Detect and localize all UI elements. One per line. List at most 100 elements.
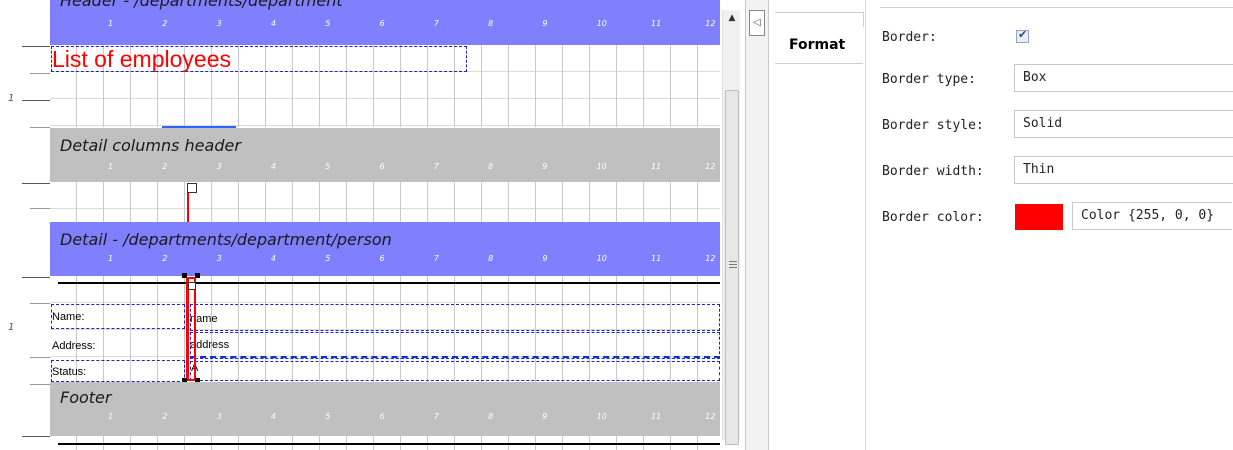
ruler-number: 5 <box>325 254 331 263</box>
tab-placeholder[interactable] <box>775 12 864 27</box>
vertical-ruler: 1 1 <box>0 0 50 450</box>
ruler-number: 9 <box>542 162 548 171</box>
ruler-number: 7 <box>433 412 439 421</box>
ruler-number: 12 <box>705 412 716 421</box>
vruler-mark: 1 <box>8 93 15 104</box>
ruler-number: 6 <box>379 162 385 171</box>
border-color-swatch[interactable] <box>1015 204 1063 230</box>
ruler-number: 6 <box>379 412 385 421</box>
ruler-number: 1 <box>108 254 114 263</box>
ruler-number: 7 <box>433 254 439 263</box>
column-handle[interactable] <box>187 183 197 193</box>
ruler-number: 3 <box>216 19 222 28</box>
ruler-number: 10 <box>596 412 607 421</box>
border-color-value[interactable]: Color {255, 0, 0} <box>1072 202 1232 230</box>
ruler-number: 1 <box>108 19 114 28</box>
ruler-number: 3 <box>216 162 222 171</box>
ruler-number: 1 <box>108 412 114 421</box>
detail-columns-band[interactable]: Detail columns header 1 2 3 4 5 6 7 8 9 10 11 12 <box>50 128 720 182</box>
panel-splitter[interactable]: ◁ <box>745 0 769 450</box>
ruler-number: 11 <box>651 162 662 171</box>
ruler-number: 12 <box>705 19 716 28</box>
border-width-label: Border width: <box>882 164 984 179</box>
selected-element[interactable] <box>186 277 196 381</box>
vruler-mark: 1 <box>8 322 15 333</box>
designer-scrollbar[interactable]: ▲ <box>722 10 740 445</box>
ruler-number: 9 <box>542 412 548 421</box>
border-type-label: Border type: <box>882 72 976 87</box>
ruler-number: 5 <box>325 162 331 171</box>
detail-ruler: 1 2 3 4 5 6 7 8 9 10 11 12 <box>50 254 720 266</box>
scroll-up-arrow-icon[interactable]: ▲ <box>723 10 740 26</box>
ruler-number: 7 <box>433 19 439 28</box>
column-handle[interactable] <box>188 282 196 290</box>
border-checkbox[interactable]: ✔ <box>1016 28 1029 43</box>
report-title[interactable]: List of employees <box>52 45 231 73</box>
status-field-box[interactable] <box>190 361 720 381</box>
detail-band-title: Detail - /departments/department/person <box>60 230 392 249</box>
panel-divider <box>880 7 1233 8</box>
detail-columns-band-title: Detail columns header <box>60 136 241 155</box>
border-style-label: Border style: <box>882 118 984 133</box>
address-field-underline <box>190 356 720 359</box>
ruler-number: 6 <box>379 254 385 263</box>
ruler-number: 5 <box>325 19 331 28</box>
footer-line <box>58 443 720 445</box>
detail-band[interactable]: Detail - /departments/department/person … <box>50 222 720 276</box>
detail-columns-grid <box>50 182 720 222</box>
footer-band[interactable]: Footer 1 2 3 4 5 6 7 8 9 10 11 12 <box>50 382 720 436</box>
name-field-box[interactable] <box>190 304 720 331</box>
grip-icon <box>729 261 737 269</box>
address-label[interactable]: Address: <box>52 340 95 353</box>
ruler-number: 4 <box>270 412 276 421</box>
checkmark-icon: ✔ <box>1018 28 1028 41</box>
scroll-thumb[interactable] <box>725 90 739 445</box>
detail-top-line <box>58 282 720 284</box>
report-designer[interactable]: 1 1 Header - /departments/department 123… <box>0 0 740 450</box>
ruler-number: 5 <box>325 412 331 421</box>
resize-handle[interactable] <box>195 273 200 278</box>
ruler-number: 8 <box>488 19 494 28</box>
header-band[interactable]: Header - /departments/department 1234567… <box>50 0 720 45</box>
ruler-number: 4 <box>270 254 276 263</box>
footer-band-title: Footer <box>60 388 112 407</box>
detail-columns-ruler: 1 2 3 4 5 6 7 8 9 10 11 12 <box>50 162 720 174</box>
ruler-number: 8 <box>488 412 494 421</box>
ruler-number: 4 <box>270 19 276 28</box>
status-label[interactable]: Status: <box>52 366 86 379</box>
ruler-number: 11 <box>651 412 662 421</box>
ruler-number: 2 <box>162 412 168 421</box>
border-color-label: Border color: <box>882 210 984 225</box>
ruler-number: 8 <box>488 254 494 263</box>
collapse-arrow-icon[interactable]: ◁ <box>749 10 765 36</box>
header-band-title: Header - /departments/department <box>60 0 343 10</box>
ruler-number: 8 <box>488 162 494 171</box>
border-label: Border: <box>882 30 937 45</box>
ruler-number: 2 <box>162 19 168 28</box>
border-width-select[interactable]: Thin <box>1014 156 1233 184</box>
name-label[interactable]: Name: <box>52 311 84 324</box>
ruler-number: 11 <box>651 254 662 263</box>
property-tabs: Format <box>775 0 866 450</box>
ruler-number: 9 <box>542 254 548 263</box>
ruler-number: 2 <box>162 162 168 171</box>
ruler-number: 10 <box>596 19 607 28</box>
ruler-number: 11 <box>651 19 662 28</box>
report-canvas[interactable]: Header - /departments/department 1234567… <box>50 0 720 450</box>
ruler-number: 2 <box>162 254 168 263</box>
border-type-select[interactable]: Box <box>1014 64 1233 92</box>
address-field-box[interactable] <box>190 332 720 359</box>
format-properties-panel: Border: ✔ Border type: Box Border style:… <box>866 0 1233 450</box>
ruler-number: 1 <box>108 162 114 171</box>
ruler-number: 12 <box>705 254 716 263</box>
ruler-number: 12 <box>705 162 716 171</box>
footer-ruler: 1 2 3 4 5 6 7 8 9 10 11 12 <box>50 412 720 424</box>
ruler-number: 10 <box>596 162 607 171</box>
ruler-number: 9 <box>542 19 548 28</box>
border-style-select[interactable]: Solid <box>1014 110 1233 138</box>
resize-handle[interactable] <box>182 273 187 278</box>
tab-format[interactable]: Format <box>775 27 863 64</box>
ruler-number: 10 <box>596 254 607 263</box>
ruler-number: 4 <box>270 162 276 171</box>
column-divider <box>187 193 189 222</box>
